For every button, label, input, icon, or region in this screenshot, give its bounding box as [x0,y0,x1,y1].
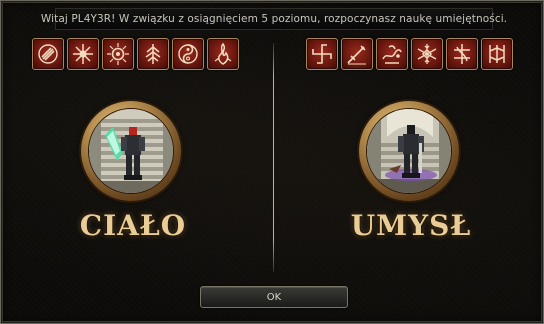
gate-skill-icon[interactable] [481,38,513,70]
dash-skill-icon[interactable] [376,38,408,70]
tree-skill-icon[interactable] [137,38,169,70]
window-title: Witaj PL4Y3R! W związku z osiągnięciem 5… [40,13,508,25]
skill-choice-window: Witaj PL4Y3R! W związku z osiągnięciem 5… [0,0,544,324]
spiral-skill-icon[interactable] [172,38,204,70]
body-skill-icons [32,38,239,70]
body-path-label: CIAŁO [79,209,187,242]
path-divider [273,43,274,272]
warrior-body-figure [88,108,174,194]
warrior-mind-figure [366,108,452,194]
title-bar: Witaj PL4Y3R! W związku z osiągnięciem 5… [41,8,507,30]
burst-skill-icon[interactable] [67,38,99,70]
body-path-portrait[interactable] [81,101,181,201]
ok-button-label: OK [266,291,282,303]
swirl-skill-icon[interactable] [306,38,338,70]
ok-button[interactable]: OK [200,286,348,308]
mind-path-portrait[interactable] [359,101,459,201]
sword-skill-icon[interactable] [341,38,373,70]
snowflake-skill-icon[interactable] [411,38,443,70]
flame-skill-icon[interactable] [207,38,239,70]
aura-skill-icon[interactable] [102,38,134,70]
slash-skill-icon[interactable] [32,38,64,70]
mind-skill-icons [306,38,513,70]
pierce-skill-icon[interactable] [446,38,478,70]
mind-path-label: UMYSŁ [350,209,472,242]
